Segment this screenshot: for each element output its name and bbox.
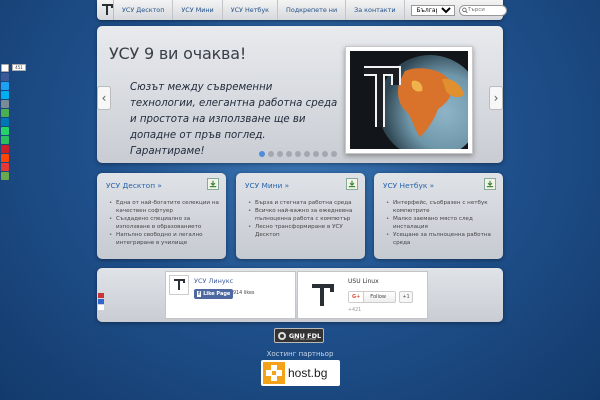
mini-icons: [98, 293, 106, 311]
more-share-icon[interactable]: [1, 163, 9, 171]
slider-prev-button[interactable]: ‹: [97, 86, 111, 110]
social-panel: УСУ Линукс f Like Page 914 likes USU Lin…: [97, 268, 503, 322]
twitter-share-icon[interactable]: [1, 82, 9, 90]
reddit-share-icon[interactable]: [1, 154, 9, 162]
facebook-widget: УСУ Линукс f Like Page 914 likes: [165, 271, 296, 319]
nav-item-mini[interactable]: УСУ Мини: [173, 0, 223, 20]
hosting-partner-label: Хостинг партньор: [266, 350, 334, 358]
search-box[interactable]: [458, 4, 507, 16]
slider-dot[interactable]: [286, 151, 292, 157]
slider-dot[interactable]: [304, 151, 310, 157]
google-plus-follow-button[interactable]: G+ Follow: [348, 291, 396, 303]
slider-text: Сюзът между съвременни технологии, елега…: [130, 82, 338, 157]
language-select[interactable]: Български: [410, 4, 455, 16]
list-item: Една от най-богатите селекции на качеств…: [107, 199, 219, 215]
facebook-icon: f: [197, 291, 202, 297]
email-share-icon[interactable]: [1, 100, 9, 108]
license-sub-label: FREE DOC LICENSE: [293, 338, 317, 341]
slider-dot[interactable]: [331, 151, 337, 157]
slide-image: [345, 46, 473, 154]
globe-image: [350, 51, 468, 149]
host-bg-name: host.bg: [288, 366, 328, 380]
skype-share-icon[interactable]: [1, 91, 9, 99]
list-item: Напълно свободно и легално интегриране в…: [107, 231, 219, 247]
share-count: 451: [12, 64, 26, 71]
google-plus-name[interactable]: USU Linux: [348, 278, 379, 285]
facebook-like-button[interactable]: f Like Page: [194, 289, 234, 299]
flag-icon: [98, 293, 104, 298]
search-input[interactable]: [467, 7, 506, 13]
card-mini: УСУ Мини » Бърза и стегната работна сред…: [236, 173, 365, 259]
top-navigation: УСУ Десктоп УСУ Мини УСУ Нетбук Подкрепе…: [97, 0, 507, 20]
list-item: Усещане за пълноценна работна среда: [384, 231, 496, 247]
host-bg-icon: [263, 362, 285, 384]
download-icon[interactable]: [207, 178, 219, 190]
slider-next-button[interactable]: ›: [489, 86, 503, 110]
linkedin-share-icon[interactable]: [1, 118, 9, 126]
card-title-netbook[interactable]: УСУ Нетбук »: [383, 181, 434, 190]
list-item: Бърза и стегната работна среда: [246, 199, 358, 207]
google-plus-share-icon[interactable]: [1, 64, 9, 72]
card-desktop-list: Една от най-богатите селекции на качеств…: [107, 199, 219, 247]
evernote-share-icon[interactable]: [1, 136, 9, 144]
slider-dots: [259, 151, 337, 157]
usu-logo-icon: [300, 274, 344, 318]
card-desktop: УСУ Десктоп » Една от най-богатите селек…: [97, 173, 226, 259]
whatsapp-share-icon[interactable]: [1, 127, 9, 135]
nav-item-support[interactable]: Подкрепете ни: [278, 0, 347, 20]
download-icon[interactable]: [484, 178, 496, 190]
hero-slider: УСУ 9 ви очаква! Сюзът между съвременни …: [97, 26, 503, 163]
slider-dot[interactable]: [277, 151, 283, 157]
flag-icon: [98, 305, 104, 310]
print-share-icon[interactable]: [1, 109, 9, 117]
google-plus-count: +421: [348, 308, 362, 313]
gnu-icon: [277, 331, 286, 340]
gnu-fdl-badge[interactable]: GNU FDL FREE DOC LICENSE: [274, 328, 324, 343]
card-netbook: УСУ Нетбук » Интерфейс, съобразен с нетб…: [374, 173, 503, 259]
slider-dot[interactable]: [322, 151, 328, 157]
vk-share-icon[interactable]: [1, 172, 9, 180]
usu-logo-icon: [169, 275, 189, 295]
nav-item-desktop[interactable]: УСУ Десктоп: [114, 0, 174, 20]
host-bg-logo[interactable]: host.bg: [261, 360, 340, 386]
usu-logo-icon[interactable]: [101, 0, 114, 20]
slider-title: УСУ 9 ви очаква!: [109, 44, 247, 63]
nav-item-contacts[interactable]: За контакти: [346, 0, 405, 20]
share-bar: 451: [1, 64, 26, 181]
slider-dot[interactable]: [313, 151, 319, 157]
slider-dot[interactable]: [295, 151, 301, 157]
card-netbook-list: Интерфейс, съобразен с нетбук компютрите…: [384, 199, 496, 247]
list-item: Интерфейс, съобразен с нетбук компютрите: [384, 199, 496, 215]
list-item: Създадено специално за използване в обра…: [107, 215, 219, 231]
facebook-share-icon[interactable]: [1, 73, 9, 81]
slider-dot[interactable]: [268, 151, 274, 157]
flag-icon: [98, 299, 104, 304]
download-icon[interactable]: [346, 178, 358, 190]
plus-one-button[interactable]: +1: [399, 291, 413, 303]
slider-dot[interactable]: [259, 151, 265, 157]
facebook-like-count: 914 likes: [233, 291, 255, 296]
list-item: Малко заемано място след инсталация: [384, 215, 496, 231]
list-item: Всичко най-важно за ежедневна пълноценна…: [246, 207, 358, 223]
google-plus-icon: G+: [349, 292, 365, 302]
card-mini-list: Бърза и стегната работна среда Всичко на…: [246, 199, 358, 239]
google-plus-widget: USU Linux G+ Follow +1 +421: [297, 271, 428, 319]
facebook-page-name[interactable]: УСУ Линукс: [194, 277, 233, 285]
follow-label: Follow: [370, 294, 386, 300]
pinterest-share-icon[interactable]: [1, 145, 9, 153]
card-title-mini[interactable]: УСУ Мини »: [245, 181, 289, 190]
like-page-label: Like Page: [203, 291, 231, 297]
list-item: Лесно трансформиране в УСУ Десктоп: [246, 223, 358, 239]
card-title-desktop[interactable]: УСУ Десктоп »: [106, 181, 162, 190]
nav-item-netbook[interactable]: УСУ Нетбук: [223, 0, 279, 20]
